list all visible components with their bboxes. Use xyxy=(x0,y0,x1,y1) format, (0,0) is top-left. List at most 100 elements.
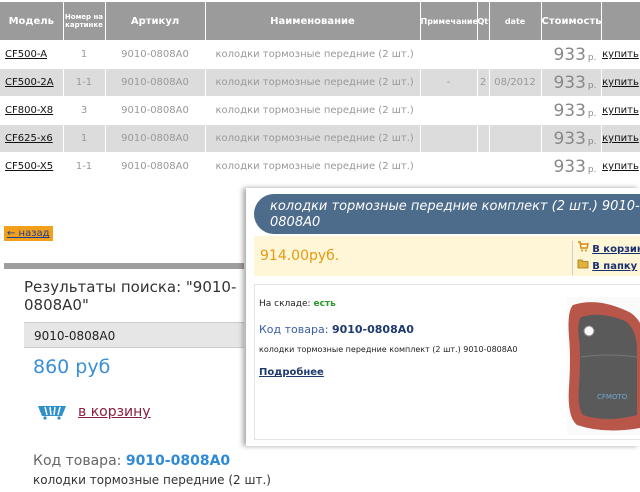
article-cell: 9010-0808A0 xyxy=(105,152,206,180)
popup-folder-action[interactable]: В папку xyxy=(577,258,640,275)
price-currency: р. xyxy=(587,52,597,63)
result-price: 860 руб xyxy=(33,356,111,378)
date-cell xyxy=(489,152,542,180)
popup-price: 914.00руб. xyxy=(260,248,340,264)
popup-content: На складе: есть Код товара: 9010-0808A0 … xyxy=(254,284,640,440)
article-cell: 9010-0808A0 xyxy=(105,40,206,69)
table-row: CF500-A 1 9010-0808A0 колодки тормозные … xyxy=(0,40,640,69)
popup-code-value: 9010-0808A0 xyxy=(331,323,414,336)
cart-icon[interactable] xyxy=(36,404,68,424)
name-cell: колодки тормозные передние (2 шт.) xyxy=(205,124,421,153)
note-cell: - xyxy=(420,68,478,97)
model-link[interactable]: CF500-X5 xyxy=(5,161,53,172)
folder-icon xyxy=(577,259,589,269)
model-link[interactable]: CF500-A xyxy=(5,49,47,60)
note-cell xyxy=(420,40,478,69)
article-cell: 9010-0808A0 xyxy=(105,68,206,97)
buy-link[interactable]: купить xyxy=(602,77,639,88)
name-cell: колодки тормозные передние (2 шт.) xyxy=(205,96,421,125)
table-row: CF800-X8 3 9010-0808A0 колодки тормозные… xyxy=(0,96,640,125)
price-cell: 933 р. xyxy=(541,96,602,125)
header-buy xyxy=(601,2,640,41)
header-qty: Qty xyxy=(477,2,490,41)
more-details-link[interactable]: Подробнее xyxy=(259,367,324,378)
header-date: date xyxy=(489,2,542,41)
popup-cart-action[interactable]: В корзин xyxy=(577,241,640,258)
table-row: CF625-x6 1 9010-0808A0 колодки тормозные… xyxy=(0,124,640,153)
result-code-box: 9010-0808A0 xyxy=(24,322,244,348)
popup-to-cart-link[interactable]: В корзин xyxy=(592,244,640,255)
price-cell: 933 р. xyxy=(541,124,602,153)
price-currency: р. xyxy=(587,136,597,147)
price-value: 933 xyxy=(553,156,586,177)
buy-link[interactable]: купить xyxy=(602,49,639,60)
qty-cell xyxy=(477,152,490,180)
article-cell: 9010-0808A0 xyxy=(105,124,206,153)
product-popup: колодки тормозные передние комплект (2 ш… xyxy=(246,188,640,446)
popup-description: колодки тормозные передние комплект (2 ш… xyxy=(259,345,518,354)
table-row: CF500-2A 1-1 9010-0808A0 колодки тормозн… xyxy=(0,68,640,97)
qty-cell: 2 xyxy=(477,68,490,97)
model-link[interactable]: CF500-2A xyxy=(5,77,54,88)
table-header-row: Модель Номер на картинке Артикул Наимено… xyxy=(0,2,640,41)
stock-label: На складе: xyxy=(259,299,311,309)
stock-value: есть xyxy=(313,299,336,309)
product-description: колодки тормозные передние (2 шт.) xyxy=(33,473,271,487)
model-link[interactable]: CF800-X8 xyxy=(5,105,53,116)
date-cell xyxy=(489,124,542,153)
divider-bar xyxy=(4,263,244,269)
product-code-value: 9010-0808A0 xyxy=(125,453,231,469)
price-currency: р. xyxy=(587,80,597,91)
popup-product-code: Код товара: 9010-0808A0 xyxy=(259,323,414,336)
picture-number-cell: 1-1 xyxy=(63,152,106,180)
back-button[interactable]: ← назад xyxy=(4,226,53,241)
qty-cell xyxy=(477,40,490,69)
price-value: 933 xyxy=(553,128,586,149)
article-cell: 9010-0808A0 xyxy=(105,96,206,125)
parts-table: Модель Номер на картинке Артикул Наимено… xyxy=(0,2,640,180)
header-model: Модель xyxy=(0,2,64,41)
picture-number-cell: 3 xyxy=(63,96,106,125)
date-cell: 08/2012 xyxy=(489,68,542,97)
popup-to-folder-link[interactable]: В папку xyxy=(592,261,637,272)
search-results-title: Результаты поиска: "9010-0808A0" xyxy=(24,278,237,314)
date-cell xyxy=(489,96,542,125)
model-link[interactable]: CF625-x6 xyxy=(5,133,53,144)
popup-actions: В корзин В папку xyxy=(572,241,640,275)
image-watermark: CFMOTO xyxy=(597,393,628,401)
qty-cell xyxy=(477,96,490,125)
add-to-cart-link[interactable]: в корзину xyxy=(78,404,151,420)
name-cell: колодки тормозные передние (2 шт.) xyxy=(205,40,421,69)
popup-price-bar: 914.00руб. В корзин В папку xyxy=(254,236,640,276)
header-price: Стоимость xyxy=(541,2,602,41)
header-article: Артикул xyxy=(105,2,206,41)
header-picture-number: Номер на картинке xyxy=(63,2,106,41)
header-name: Наименование xyxy=(205,2,421,41)
date-cell xyxy=(489,40,542,69)
price-cell: 933 р. xyxy=(541,68,602,97)
picture-number-cell: 1 xyxy=(63,40,106,69)
picture-number-cell: 1 xyxy=(63,124,106,153)
price-value: 933 xyxy=(553,44,586,65)
product-code-label: Код товара: xyxy=(33,453,122,469)
note-cell xyxy=(420,152,478,180)
popup-code-label: Код товара: xyxy=(259,323,329,336)
product-code: Код товара: 9010-0808A0 xyxy=(33,453,230,469)
price-currency: р. xyxy=(587,164,597,175)
price-value: 933 xyxy=(553,100,586,121)
popup-title: колодки тормозные передние комплект (2 ш… xyxy=(254,194,640,234)
note-cell xyxy=(420,96,478,125)
price-currency: р. xyxy=(587,108,597,119)
price-cell: 933 р. xyxy=(541,40,602,69)
buy-link[interactable]: купить xyxy=(602,133,639,144)
product-image: CFMOTO xyxy=(567,297,640,435)
buy-link[interactable]: купить xyxy=(602,161,639,172)
price-value: 933 xyxy=(553,72,586,93)
price-cell: 933 р. xyxy=(541,152,602,180)
qty-cell xyxy=(477,124,490,153)
buy-link[interactable]: купить xyxy=(602,105,639,116)
picture-number-cell: 1-1 xyxy=(63,68,106,97)
note-cell xyxy=(420,124,478,153)
name-cell: колодки тормозные передние (2 шт.) xyxy=(205,68,421,97)
name-cell: колодки тормозные передние (2 шт.) xyxy=(205,152,421,180)
